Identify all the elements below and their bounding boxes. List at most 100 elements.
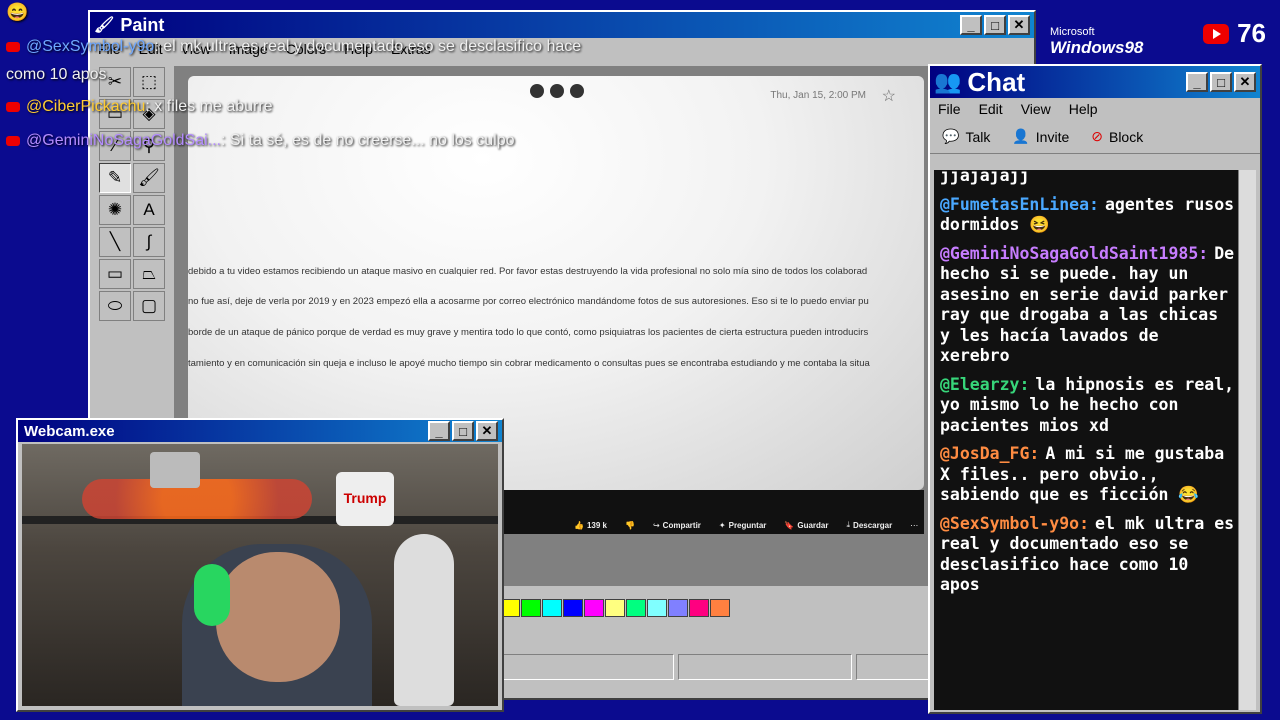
chat-message: @JosDa_FG: A mi si me gustaba X files.. p… [940,444,1236,506]
face [216,552,340,682]
minimize-button[interactable]: _ [960,15,982,35]
chat-title: Chat [967,66,1026,97]
color-swatch[interactable] [710,599,730,617]
doc-line: tamiento y en comunicación sin queja e i… [188,358,870,369]
youtube-icon [6,41,20,52]
menu-view[interactable]: View [1021,101,1051,117]
color-swatch[interactable] [542,599,562,617]
polygon-icon[interactable]: ⏢ [133,259,165,289]
paint-title: Paint [120,14,165,35]
toilet-paper-icon: Trump [336,472,394,526]
doc-control-icon[interactable] [570,84,584,98]
ellipse-icon[interactable]: ⬭ [99,291,131,321]
chat-menubar: File Edit View Help [930,98,1260,120]
color-swatch[interactable] [668,599,688,617]
block-icon: ⊘ [1091,128,1103,144]
chat-username[interactable]: @SexSymbol-y9o: [940,514,1089,533]
close-button[interactable]: ✕ [1234,72,1256,92]
close-button[interactable]: ✕ [476,421,498,441]
webcam-title: Webcam.exe [24,422,115,440]
viewer-count: 76 [1237,18,1266,48]
maximize-button[interactable]: □ [984,15,1006,35]
line-icon[interactable]: ╲ [99,227,131,257]
play-button-plaque-icon [150,452,200,488]
doc-control-icon[interactable] [550,84,564,98]
paint-app-icon: 🖌 [94,17,115,34]
viewer-counter: 76 [1203,18,1266,49]
brush-icon[interactable]: 🖌 [133,163,165,193]
chat-log: jjajajajj @FumetasEnLinea: agentes rusos … [934,170,1242,710]
invite-button[interactable]: 👤 Invite [1012,128,1069,145]
doc-date: Thu, Jan 15, 2:00 PM [770,90,866,101]
block-button[interactable]: ⊘ Block [1091,128,1143,145]
close-button[interactable]: ✕ [1008,15,1030,35]
share-button[interactable]: ↪ Compartir [653,520,701,530]
overlay-chat-line: como 10 apos [6,66,107,83]
menu-help[interactable]: Help [1069,101,1098,117]
chat-toolbar: 💬 Talk 👤 Invite ⊘ Block [930,120,1260,154]
color-palette [500,599,731,617]
save-button[interactable]: 🔖 Guardar [784,520,828,530]
rounded-rect-icon[interactable]: ▢ [133,291,165,321]
airbrush-icon[interactable]: ✺ [99,195,131,225]
doc-controls [530,84,584,98]
color-swatch[interactable] [605,599,625,617]
menu-edit[interactable]: Edit [979,101,1003,117]
overlay-chat-line: @GeminiNoSagaGoldSai...: Si ta sé, es de… [6,132,515,150]
minimize-button[interactable]: _ [1186,72,1208,92]
color-swatch[interactable] [563,599,583,617]
rectangle-icon[interactable]: ▭ [99,259,131,289]
chat-app-icon: 👥 [934,69,962,94]
chat-username[interactable]: @FumetasEnLinea: [940,195,1099,214]
youtube-icon [6,135,20,146]
maximize-button[interactable]: □ [452,421,474,441]
star-icon[interactable]: ☆ [882,86,896,106]
chat-scrollbar[interactable] [1238,170,1256,710]
doc-control-icon[interactable] [530,84,544,98]
like-button[interactable]: 👍 139 k [574,520,607,530]
talk-button[interactable]: 💬 Talk [942,128,990,145]
dislike-button[interactable]: 👎 [625,520,635,530]
color-swatch[interactable] [647,599,667,617]
doc-line: debido a tu video estamos recibiendo un … [188,266,868,277]
chat-message: @Elearzy: la hipnosis es real, yo mismo l… [940,375,1236,437]
chat-partial-line: jjajajajj [940,170,1030,185]
text-icon[interactable]: A [133,195,165,225]
emoji-icon: 😄 [6,2,29,22]
color-swatch[interactable] [521,599,541,617]
chat-message: @FumetasEnLinea: agentes rusos dormidos 😆 [940,195,1236,236]
paint-toolbox: ✂ ⬚ ▭ ◈ ⁄ ⚲ ✎ 🖌 ✺ A ╲ ∫ ▭ ⏢ ⬭ ▢ [98,66,168,446]
doc-action-bar: 👍 139 k 👎 ↪ Compartir ✦ Preguntar 🔖 Guar… [574,520,918,530]
paint-titlebar[interactable]: 🖌 Paint _ □ ✕ [90,12,1034,38]
webcam-titlebar[interactable]: Webcam.exe _ □ ✕ [18,420,502,442]
doc-line: no fue así, deje de verla por 2019 y en … [188,296,869,307]
chat-username[interactable]: @JosDa_FG: [940,444,1039,463]
chat-message: @GeminiNoSagaGoldSaint1985: De hecho si s… [940,244,1236,367]
ask-button[interactable]: ✦ Preguntar [719,520,767,530]
overlay-chat-line: @SexSymbol-y9o: el mk ultra es real y do… [6,38,581,56]
more-icon[interactable]: ⋯ [910,520,918,530]
chat-username[interactable]: @GeminiNoSagaGoldSaint1985: [940,244,1208,263]
curve-icon[interactable]: ∫ [133,227,165,257]
download-button[interactable]: ⤓ Descargar [847,520,893,530]
youtube-icon [6,101,20,112]
pencil-icon[interactable]: ✎ [99,163,131,193]
minimize-button[interactable]: _ [428,421,450,441]
chat-message: @SexSymbol-y9o: el mk ultra es real y doc… [940,514,1236,596]
menu-file[interactable]: File [938,101,961,117]
webcam-feed: Trump [22,444,498,706]
chat-window: 👥 Chat _ □ ✕ File Edit View Help 💬 Talk 👤… [928,64,1262,714]
webcam-window: Webcam.exe _ □ ✕ Trump [16,418,504,712]
chat-titlebar[interactable]: 👥 Chat _ □ ✕ [930,66,1260,98]
color-swatch[interactable] [584,599,604,617]
joker-figure [394,534,454,706]
color-swatch[interactable] [689,599,709,617]
doc-line: borde de un ataque de pánico porque de v… [188,327,869,338]
invite-icon: 👤 [1012,128,1030,144]
headphones-icon [194,564,230,626]
windows98-logo: Microsoft Windows98 [1050,26,1144,57]
chat-username[interactable]: @Elearzy: [940,375,1029,394]
color-swatch[interactable] [626,599,646,617]
maximize-button[interactable]: □ [1210,72,1232,92]
rect-select-icon[interactable]: ⬚ [133,67,165,97]
